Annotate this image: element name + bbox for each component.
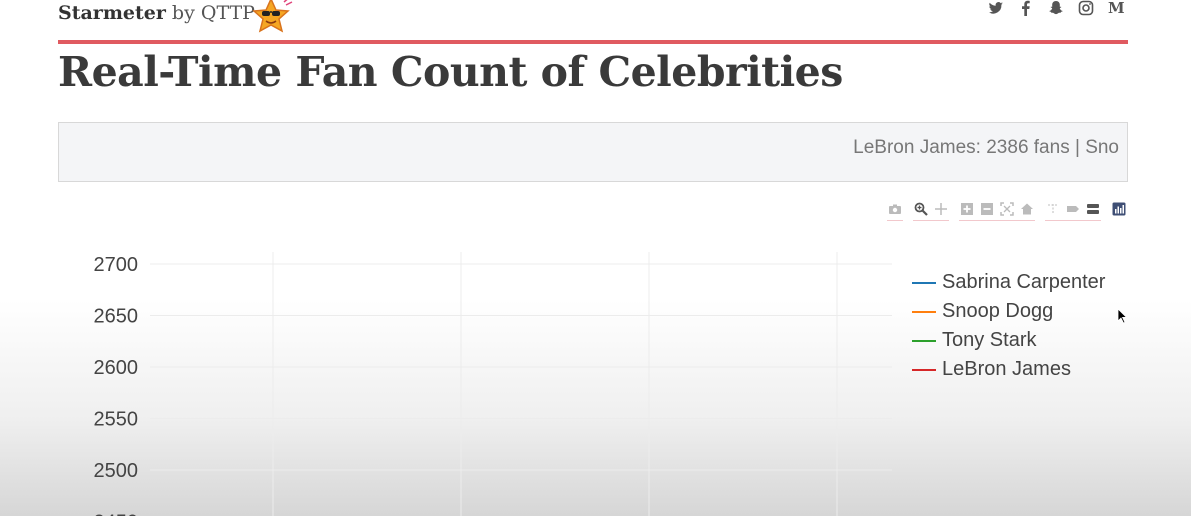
top-bar: Starmeter by QTTP M: [58, 0, 1128, 40]
plotly-logo-icon[interactable]: [1111, 201, 1127, 217]
y-tick-label: 2650: [94, 306, 139, 328]
ticker-text: LeBron James: 2386 fans | Sno: [853, 137, 1119, 158]
legend-swatch: [912, 368, 936, 371]
social-links: M: [988, 0, 1125, 17]
page-title: Real-Time Fan Count of Celebrities: [58, 48, 843, 96]
star-sunglasses-icon: [252, 0, 293, 33]
legend-swatch: [912, 310, 936, 313]
reset-axes-icon[interactable]: [1019, 201, 1035, 217]
brand-suffix: by QTTP: [165, 2, 255, 24]
y-tick-label: 2450: [94, 512, 139, 516]
legend-swatch: [912, 339, 936, 342]
zoom-icon[interactable]: [913, 201, 929, 217]
y-tick-label: 2600: [94, 357, 139, 379]
y-tick-label: 2500: [94, 460, 139, 482]
twitter-icon[interactable]: [988, 0, 1004, 16]
legend-label: Sabrina Carpenter: [942, 271, 1106, 293]
instagram-icon[interactable]: [1078, 0, 1094, 16]
brand-name: Starmeter: [58, 2, 166, 24]
pan-icon[interactable]: [933, 201, 949, 217]
fan-count-ticker: LeBron James: 2386 fans | Sno: [58, 122, 1128, 182]
header-divider: [58, 40, 1128, 44]
facebook-icon[interactable]: [1018, 0, 1034, 17]
y-tick-label: 2700: [94, 254, 139, 276]
legend-item[interactable]: Snoop Dogg: [912, 297, 1105, 326]
medium-icon[interactable]: M: [1108, 0, 1125, 16]
legend-item[interactable]: Sabrina Carpenter: [912, 268, 1105, 297]
chart-legend: Sabrina Carpenter Snoop Dogg Tony Stark LeB…: [912, 268, 1105, 384]
brand[interactable]: Starmeter by QTTP: [58, 2, 255, 24]
hover-closest-icon[interactable]: [1065, 201, 1081, 217]
legend-item[interactable]: LeBron James: [912, 355, 1105, 384]
y-tick-label: 2550: [94, 409, 139, 431]
spike-lines-icon[interactable]: [1045, 201, 1061, 217]
legend-label: Snoop Dogg: [942, 300, 1054, 322]
camera-icon[interactable]: [887, 201, 903, 217]
legend-item[interactable]: Tony Stark: [912, 326, 1105, 355]
hover-compare-icon[interactable]: [1085, 201, 1101, 217]
mouse-cursor-icon: [1117, 308, 1127, 324]
legend-swatch: [912, 281, 936, 284]
legend-label: Tony Stark: [942, 329, 1037, 351]
legend-label: LeBron James: [942, 358, 1071, 380]
autoscale-icon[interactable]: [999, 201, 1015, 217]
zoom-in-icon[interactable]: [959, 201, 975, 217]
chart-modebar: [887, 201, 1127, 221]
zoom-out-icon[interactable]: [979, 201, 995, 217]
snapchat-icon[interactable]: [1048, 0, 1064, 16]
